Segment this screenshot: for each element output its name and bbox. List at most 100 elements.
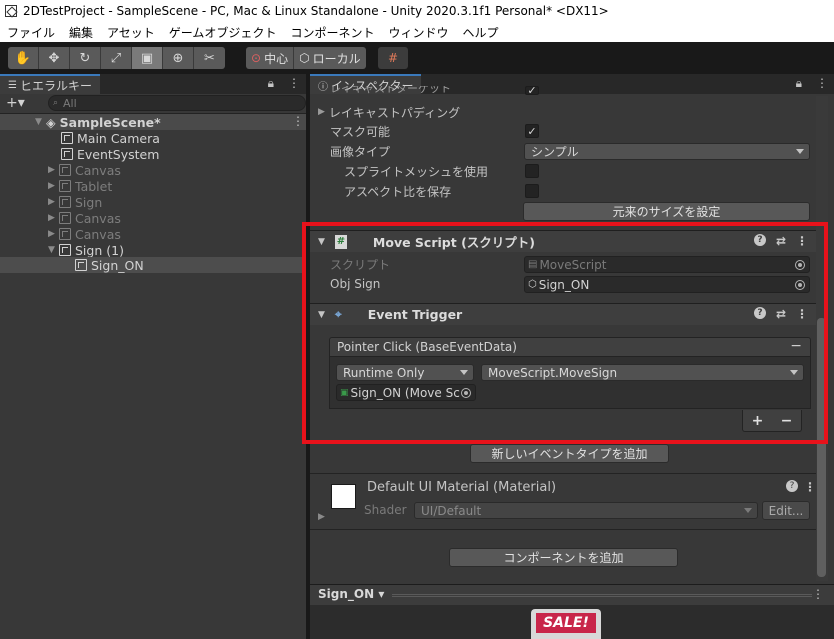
add-event-type-button[interactable]: 新しいイベントタイプを追加 xyxy=(470,444,669,463)
grid-snap-icon[interactable]: # xyxy=(378,47,408,69)
script-hash-icon: ▣ xyxy=(340,387,349,398)
material-header-icons: ? ⋮ xyxy=(786,480,816,494)
object-picker-icon xyxy=(795,260,805,270)
create-plus-icon[interactable]: +▾ xyxy=(6,95,25,111)
gameobject-cube-icon xyxy=(59,196,71,208)
menu-window[interactable]: ウィンドウ xyxy=(381,24,455,41)
expand-down-icon[interactable]: ▼ xyxy=(48,245,59,255)
obj-sign-field[interactable]: ⬡ Sign_ON xyxy=(524,276,810,293)
expand-right-icon[interactable]: ▶ xyxy=(48,165,59,175)
raycast-target-checkbox[interactable]: ✓ xyxy=(525,84,539,97)
gameobject-cube-icon xyxy=(75,259,87,271)
expand-right-icon[interactable]: ▶ xyxy=(48,213,59,223)
gameobject-cube-icon: ⬡ xyxy=(528,279,537,290)
preview-menu-icon[interactable]: ⋮ xyxy=(812,587,824,601)
hierarchy-search-input[interactable]: ⌕ All xyxy=(48,95,306,111)
lock-icon[interactable]: 🔒︎ xyxy=(268,76,274,91)
expand-down-icon: ▼ xyxy=(318,309,325,320)
menu-assets[interactable]: アセット xyxy=(100,24,162,41)
hierarchy-item-sign-1[interactable]: ▼ Sign (1) xyxy=(48,242,124,258)
object-picker-icon[interactable] xyxy=(795,280,805,290)
hierarchy-item-main-camera[interactable]: Main Camera xyxy=(61,130,160,146)
add-component-button[interactable]: コンポーネントを追加 xyxy=(449,548,678,567)
preview-drag-handle[interactable] xyxy=(392,594,812,597)
more-menu-icon[interactable]: ⋮ xyxy=(288,76,300,91)
rect-tool-icon[interactable]: ▣ xyxy=(132,47,163,69)
component-menu-icon[interactable]: ⋮ xyxy=(804,480,816,494)
gameobject-cube-icon xyxy=(61,148,73,160)
raycast-padding-row[interactable]: ▶ レイキャストパディング xyxy=(318,102,818,122)
menu-help[interactable]: ヘルプ xyxy=(455,24,505,41)
hierarchy-tab-row: ☰ ヒエラルキー 🔒︎ ⋮ xyxy=(0,74,306,94)
remove-entry-button[interactable]: − xyxy=(781,413,793,429)
scale-tool-icon[interactable]: ⤢ xyxy=(101,47,132,69)
selected-row-bg xyxy=(0,257,306,273)
preset-sliders-icon[interactable]: ⇄ xyxy=(776,234,786,248)
window-title: 2DTestProject - SampleScene - PC, Mac & … xyxy=(23,4,609,18)
preset-sliders-icon[interactable]: ⇄ xyxy=(776,307,786,321)
expand-right-icon[interactable]: ▶ xyxy=(318,512,325,522)
material-preview-swatch xyxy=(331,484,356,509)
menu-file[interactable]: ファイル xyxy=(0,24,62,41)
scene-row[interactable]: ▼ ◈ SampleScene* xyxy=(35,114,161,130)
event-target-field[interactable]: ▣ Sign_ON (Move Sc xyxy=(336,384,476,401)
maskable-checkbox[interactable]: ✓ xyxy=(525,124,539,138)
component-menu-icon[interactable]: ⋮ xyxy=(796,307,808,321)
remove-event-button[interactable]: − xyxy=(790,338,802,354)
runtime-mode-dropdown[interactable]: Runtime Only xyxy=(336,364,474,381)
hierarchy-item-eventsystem[interactable]: EventSystem xyxy=(61,146,159,162)
list-add-remove: + − xyxy=(742,410,802,432)
pivot-center-toggle[interactable]: ⊙ 中心 xyxy=(246,47,295,69)
add-entry-button[interactable]: + xyxy=(752,413,764,429)
hierarchy-item-sign[interactable]: ▶ Sign xyxy=(48,194,102,210)
use-sprite-mesh-checkbox[interactable] xyxy=(525,164,539,178)
rotate-tool-icon[interactable]: ↻ xyxy=(70,47,101,69)
shader-edit-button[interactable]: Edit... xyxy=(762,501,810,520)
menu-component[interactable]: コンポーネント xyxy=(283,24,381,41)
object-picker-icon[interactable] xyxy=(461,388,471,398)
menu-bar: ファイル 編集 アセット ゲームオブジェクト コンポーネント ウィンドウ ヘルプ xyxy=(0,22,834,42)
set-native-size-button[interactable]: 元来のサイズを設定 xyxy=(523,202,810,221)
help-icon[interactable]: ? xyxy=(753,234,766,246)
menu-edit[interactable]: 編集 xyxy=(62,24,100,41)
hierarchy-item-canvas-2[interactable]: ▶ Canvas xyxy=(48,210,121,226)
preserve-aspect-checkbox[interactable] xyxy=(525,184,539,198)
help-icon[interactable]: ? xyxy=(786,480,798,492)
expand-right-icon[interactable]: ▶ xyxy=(48,181,59,191)
gameobject-cube-icon xyxy=(61,132,73,144)
chevron-down-icon xyxy=(744,508,752,513)
hand-tool-icon[interactable]: ✋ xyxy=(8,47,39,69)
inspector-scrollbar-thumb[interactable] xyxy=(817,318,826,577)
lock-icon[interactable]: 🔒︎ xyxy=(796,76,802,91)
event-trigger-header[interactable]: ▼ ⌖ Event Trigger ? ⇄ ⋮ xyxy=(310,303,816,325)
hierarchy-item-canvas[interactable]: ▶ Canvas xyxy=(48,162,121,178)
move-tool-icon[interactable]: ✥ xyxy=(39,47,70,69)
main-toolbar: ✋ ✥ ↻ ⤢ ▣ ⊕ ✂ ⊙ 中心 ⬡ ローカル # xyxy=(0,42,834,74)
help-icon[interactable]: ? xyxy=(753,307,766,319)
hierarchy-item-tablet[interactable]: ▶ Tablet xyxy=(48,178,112,194)
gameobject-cube-icon xyxy=(59,180,71,192)
expand-down-icon[interactable]: ▼ xyxy=(35,117,46,127)
hierarchy-item-sign-on[interactable]: Sign_ON xyxy=(75,257,144,273)
transform-tool-icon[interactable]: ⊕ xyxy=(163,47,194,69)
expand-right-icon[interactable]: ▶ xyxy=(48,197,59,207)
image-type-dropdown[interactable]: シンプル xyxy=(524,143,810,160)
menu-gameobject[interactable]: ゲームオブジェクト xyxy=(162,24,284,41)
component-menu-icon[interactable]: ⋮ xyxy=(796,234,808,248)
hierarchy-item-canvas-3[interactable]: ▶ Canvas xyxy=(48,226,121,242)
search-icon: ⌕ xyxy=(53,98,59,108)
expand-right-icon: ▶ xyxy=(318,107,325,117)
more-menu-icon[interactable]: ⋮ xyxy=(816,76,828,91)
unity-scene-icon: ◈ xyxy=(46,114,56,130)
preserve-aspect-label: アスペクト比を保存 xyxy=(344,184,452,199)
preview-name-dropdown[interactable]: Sign_ON ▾ xyxy=(318,587,384,601)
move-script-header[interactable]: ▼ # Move Script (スクリプト) ? ⇄ ⋮ xyxy=(310,230,816,252)
expand-right-icon[interactable]: ▶ xyxy=(48,229,59,239)
pivot-local-toggle[interactable]: ⬡ ローカル xyxy=(294,47,366,69)
custom-tool-icon[interactable]: ✂ xyxy=(194,47,225,69)
gameobject-cube-icon xyxy=(59,244,71,256)
scene-more-icon[interactable]: ⋮ xyxy=(292,114,304,128)
function-dropdown[interactable]: MoveScript.MoveSign xyxy=(481,364,804,381)
hierarchy-tab[interactable]: ☰ ヒエラルキー xyxy=(0,74,100,94)
material-title: Default UI Material (Material) xyxy=(367,480,557,495)
